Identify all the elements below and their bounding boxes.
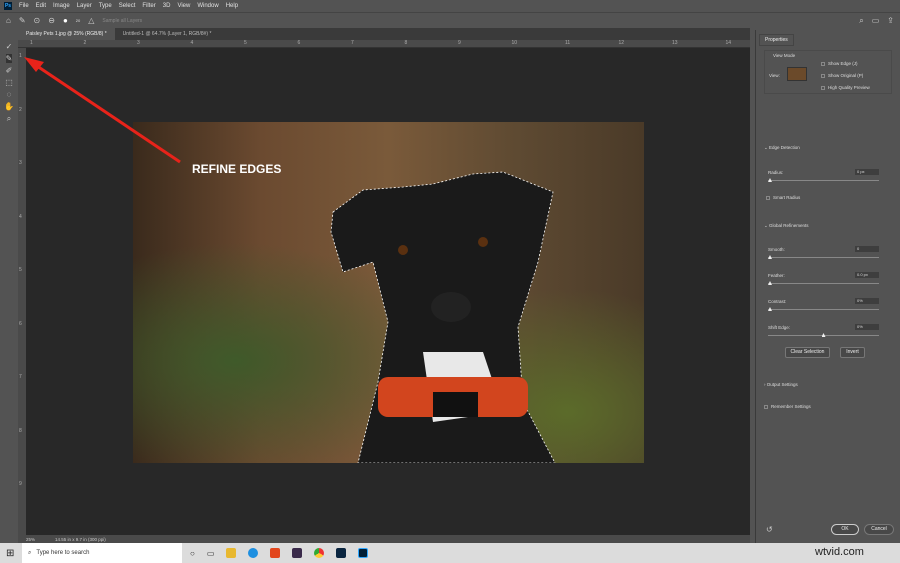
radius-field[interactable]: 0 px — [855, 169, 879, 175]
smooth-field[interactable]: 0 — [855, 246, 879, 252]
properties-tab[interactable]: Properties — [759, 34, 794, 46]
file-explorer-icon[interactable] — [226, 548, 237, 558]
office-icon[interactable] — [270, 548, 281, 558]
ok-button[interactable]: OK — [831, 524, 859, 535]
photoshop-taskbar-icon[interactable] — [358, 548, 369, 558]
annotation-text: REFINE EDGES — [192, 162, 282, 176]
show-edge-checkbox[interactable]: Show Edge (J) — [821, 61, 858, 66]
radius-slider[interactable] — [768, 180, 879, 181]
watermark: wtvid.com — [815, 546, 864, 558]
high-quality-preview-checkbox[interactable]: High Quality Preview — [821, 85, 870, 90]
shift-edge-field[interactable]: 0% — [855, 324, 879, 330]
output-settings-header[interactable]: › Output Settings — [764, 382, 798, 387]
reset-icon[interactable]: ↺ — [766, 525, 773, 534]
chrome-icon[interactable] — [314, 548, 325, 558]
zoom-level[interactable]: 25% — [26, 537, 35, 542]
show-original-checkbox[interactable]: Show Original (P) — [821, 73, 863, 78]
view-mode-group: View Mode View: Show Edge (J) Show Origi… — [764, 50, 892, 94]
app-icon-blue[interactable] — [248, 548, 259, 558]
feather-slider[interactable] — [768, 283, 879, 284]
shift-edge-label: Shift Edge: — [768, 325, 791, 330]
radius-label: Radius: — [768, 170, 784, 175]
view-mode-title: View Mode — [773, 53, 796, 58]
smart-radius-checkbox[interactable]: Smart Radius — [766, 195, 800, 200]
status-bar: 25% 14.55 in x 9.7 in (300 ppi) — [18, 535, 750, 543]
task-view-icon[interactable]: ▭ — [207, 549, 215, 558]
lightroom-icon[interactable] — [336, 548, 347, 558]
contrast-slider[interactable] — [768, 309, 879, 310]
windows-taskbar: ⊞ ⌕ Type here to search ○ ▭ wtvid.com — [0, 543, 900, 563]
global-refinements-header[interactable]: ⌄ Global Refinements — [764, 223, 809, 229]
feather-field[interactable]: 0.0 px — [855, 272, 879, 278]
app-icon-dark[interactable] — [292, 548, 303, 558]
smooth-label: Smooth: — [768, 247, 785, 252]
contrast-label: Contrast: — [768, 299, 787, 304]
search-icon: ⌕ — [28, 549, 32, 556]
invert-button[interactable]: Invert — [840, 347, 865, 358]
view-mode-thumbnail[interactable] — [787, 67, 807, 81]
cancel-button[interactable]: Cancel — [864, 524, 894, 535]
edge-detection-header[interactable]: ⌄ Edge Detection — [764, 145, 800, 151]
remember-settings-checkbox[interactable]: Remember Settings — [764, 404, 811, 409]
cortana-icon[interactable]: ○ — [190, 549, 195, 558]
smooth-slider[interactable] — [768, 257, 879, 258]
contrast-field[interactable]: 0% — [855, 298, 879, 304]
document-size: 14.55 in x 9.7 in (300 ppi) — [55, 536, 106, 542]
properties-panel: Properties View Mode View: Show Edge (J)… — [755, 30, 900, 543]
taskbar-search[interactable]: ⌕ Type here to search — [22, 543, 182, 563]
windows-start-icon[interactable]: ⊞ — [6, 548, 14, 559]
feather-label: Feather: — [768, 273, 785, 278]
view-label: View: — [769, 73, 780, 78]
clear-selection-button[interactable]: Clear Selection — [785, 347, 830, 358]
